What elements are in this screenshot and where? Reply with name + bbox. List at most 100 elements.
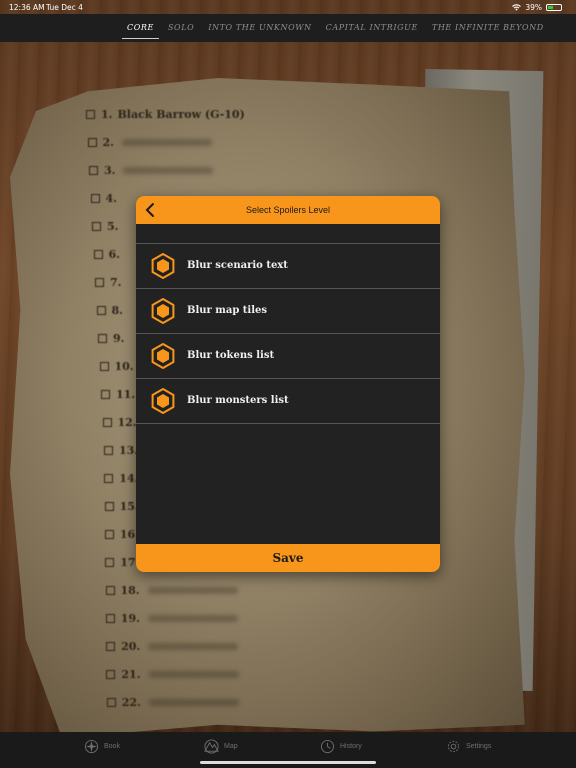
back-chevron-icon[interactable] xyxy=(142,201,160,219)
scenario-number: 11. xyxy=(116,388,136,401)
list-item[interactable]: 20. xyxy=(106,640,239,653)
checkbox[interactable] xyxy=(104,502,114,511)
list-item[interactable]: 3. xyxy=(89,164,214,177)
blurred-name xyxy=(123,167,214,174)
checkbox[interactable] xyxy=(90,194,100,203)
map-icon xyxy=(204,738,219,754)
checkbox[interactable] xyxy=(106,642,116,651)
scenario-number: 1. xyxy=(101,108,113,121)
checkbox[interactable] xyxy=(93,250,103,259)
scenario-number: 20. xyxy=(121,640,141,653)
list-item[interactable]: 18. xyxy=(105,584,238,597)
scenario-number: 5. xyxy=(107,220,119,233)
tab-history-label: History xyxy=(340,742,362,750)
tab-book-label: Book xyxy=(104,742,120,750)
list-item[interactable]: 15. xyxy=(104,500,139,513)
hexagon-toggle-icon[interactable] xyxy=(150,298,176,324)
checkbox[interactable] xyxy=(104,474,114,483)
spoiler-option[interactable]: Blur map tiles xyxy=(136,288,440,332)
scenario-number: 4. xyxy=(105,192,117,205)
compass-icon xyxy=(84,739,99,753)
list-item[interactable]: 16. xyxy=(104,528,139,541)
list-item[interactable]: 7. xyxy=(95,276,121,289)
scenario-number: 9. xyxy=(113,332,125,345)
checkbox[interactable] xyxy=(102,418,112,427)
checkbox[interactable] xyxy=(104,530,114,539)
tab-history[interactable]: History xyxy=(320,732,362,760)
option-label: Blur tokens list xyxy=(187,350,275,361)
blurred-name xyxy=(148,699,239,706)
hexagon-toggle-icon[interactable] xyxy=(150,343,176,369)
hexagon-toggle-icon[interactable] xyxy=(150,388,176,414)
blurred-name xyxy=(148,643,239,650)
scenario-number: 12. xyxy=(117,416,137,429)
list-item[interactable]: 2. xyxy=(87,136,212,149)
scenario-number: 19. xyxy=(120,612,140,625)
option-label: Blur monsters list xyxy=(187,395,289,406)
home-indicator[interactable] xyxy=(200,761,376,764)
scenario-number: 2. xyxy=(102,136,114,149)
list-item[interactable]: 11. xyxy=(101,388,135,401)
list-item[interactable]: 5. xyxy=(92,220,118,233)
checkbox[interactable] xyxy=(96,306,106,315)
tab-settings-label: Settings xyxy=(466,742,492,750)
spoiler-option[interactable]: Blur tokens list xyxy=(136,333,440,377)
blurred-name xyxy=(147,615,238,622)
list-item[interactable]: 4. xyxy=(90,192,117,205)
list-item[interactable]: 21. xyxy=(106,668,239,681)
checkbox[interactable] xyxy=(95,278,104,287)
list-item[interactable]: 22. xyxy=(106,696,239,709)
blurred-name xyxy=(147,587,238,594)
modal-title: Select Spoilers Level xyxy=(245,205,331,215)
gear-icon xyxy=(447,740,460,752)
blurred-name xyxy=(148,671,239,678)
list-item[interactable]: 1. Black Barrow (G-10) xyxy=(86,108,245,121)
scenario-number: 3. xyxy=(104,164,116,177)
scenario-number: 8. xyxy=(111,304,123,317)
scenario-number: 22. xyxy=(121,696,141,709)
tab-map-label: Map xyxy=(224,742,238,750)
spoiler-option[interactable]: Blur monsters list xyxy=(136,378,440,422)
checkbox[interactable] xyxy=(106,698,116,707)
clock-icon xyxy=(320,739,335,753)
spoiler-option[interactable]: Blur scenario text xyxy=(136,243,440,287)
list-item[interactable]: 13. xyxy=(104,444,138,457)
checkbox[interactable] xyxy=(101,390,110,399)
checkbox[interactable] xyxy=(87,138,97,147)
tab-settings[interactable]: Settings xyxy=(446,732,491,760)
list-item[interactable]: 6. xyxy=(93,248,120,261)
checkbox[interactable] xyxy=(105,586,115,595)
list-item[interactable]: 10. xyxy=(99,360,134,373)
checkbox[interactable] xyxy=(106,670,116,679)
list-item[interactable]: 14. xyxy=(104,472,138,485)
scenario-number: 7. xyxy=(110,276,122,289)
scenario-number: 21. xyxy=(121,668,141,681)
blurred-name xyxy=(121,139,212,146)
checkbox[interactable] xyxy=(105,614,115,623)
checkbox[interactable] xyxy=(86,110,95,119)
checkbox[interactable] xyxy=(105,558,115,567)
scenario-number: 18. xyxy=(120,584,140,597)
tab-book[interactable]: Book xyxy=(84,732,120,760)
spoilers-modal: Select Spoilers Level Blur scenario text… xyxy=(136,196,440,572)
option-label: Blur scenario text xyxy=(187,260,288,271)
checkbox[interactable] xyxy=(92,222,101,231)
checkbox[interactable] xyxy=(104,446,113,455)
option-label: Blur map tiles xyxy=(187,305,268,316)
list-item[interactable]: 12. xyxy=(102,416,137,429)
list-item[interactable]: 8. xyxy=(96,304,123,317)
scenario-number: 6. xyxy=(108,248,120,261)
checkbox[interactable] xyxy=(98,334,107,343)
scenario-number: 10. xyxy=(114,360,134,373)
modal-header: Select Spoilers Level xyxy=(136,196,440,224)
list-item[interactable]: 19. xyxy=(105,612,238,625)
scenario-name: Black Barrow (G-10) xyxy=(117,108,245,121)
tab-map[interactable]: Map xyxy=(204,732,238,760)
save-label: Save xyxy=(272,551,304,565)
checkbox[interactable] xyxy=(99,362,109,371)
checkbox[interactable] xyxy=(89,166,98,175)
hexagon-toggle-icon[interactable] xyxy=(150,253,176,279)
divider xyxy=(136,423,440,424)
save-button[interactable]: Save xyxy=(136,544,440,572)
list-item[interactable]: 9. xyxy=(98,332,124,345)
